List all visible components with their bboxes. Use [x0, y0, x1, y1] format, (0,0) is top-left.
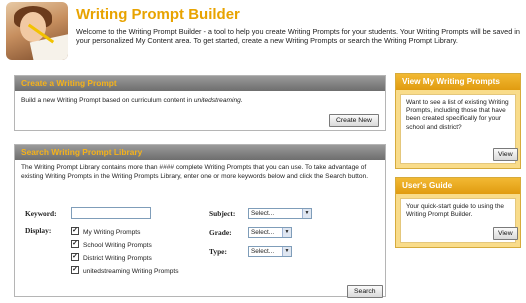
page-title: Writing Prompt Builder: [76, 6, 240, 23]
checkbox-label: District Writing Prompts: [83, 254, 152, 262]
grade-label: Grade:: [209, 228, 232, 237]
checkbox-school-prompts[interactable]: ✓ School Writing Prompts: [71, 240, 152, 249]
create-prompt-text: Build a new Writing Prompt based on curr…: [21, 97, 194, 104]
users-guide-text: Your quick-start guide to using the Writ…: [406, 203, 505, 219]
intro-text: Welcome to the Writing Prompt Builder - …: [76, 27, 520, 46]
type-select-value: Select...: [251, 248, 275, 255]
create-prompt-panel: Create a Writing Prompt Build a new Writ…: [14, 75, 386, 131]
users-guide-box: Your quick-start guide to using the Writ…: [400, 198, 518, 243]
my-prompts-text: Want to see a list of existing Writing P…: [406, 99, 509, 131]
checkbox-label: My Writing Prompts: [83, 228, 141, 236]
subject-label: Subject:: [209, 209, 236, 218]
search-library-title: Search Writing Prompt Library: [15, 145, 385, 160]
checkmark-icon: ✓: [71, 266, 79, 274]
my-prompts-title: View My Writing Prompts: [396, 74, 520, 90]
chevron-down-icon: ▼: [302, 209, 311, 218]
create-prompt-em: unitedstreaming: [193, 97, 241, 104]
my-prompts-box: Want to see a list of existing Writing P…: [400, 94, 518, 164]
display-label: Display:: [25, 226, 52, 235]
search-library-description: The Writing Prompt Library contains more…: [21, 164, 369, 180]
create-prompt-end: .: [240, 97, 243, 104]
search-button[interactable]: Search: [347, 285, 383, 298]
checkbox-district-prompts[interactable]: ✓ District Writing Prompts: [71, 253, 152, 262]
users-guide-panel: User's Guide Your quick-start guide to u…: [395, 177, 521, 248]
chevron-down-icon: ▼: [282, 247, 291, 256]
type-select[interactable]: Select... ▼: [248, 246, 292, 257]
create-new-button[interactable]: Create New: [329, 114, 379, 127]
subject-select[interactable]: Select... ▼: [248, 208, 312, 219]
create-prompt-title: Create a Writing Prompt: [15, 76, 385, 91]
keyword-label: Keyword:: [25, 209, 57, 218]
search-library-panel: Search Writing Prompt Library The Writin…: [14, 144, 386, 298]
checkbox-my-prompts[interactable]: ✓ My Writing Prompts: [71, 227, 141, 236]
my-prompts-panel: View My Writing Prompts Want to see a li…: [395, 73, 521, 169]
checkmark-icon: ✓: [71, 227, 79, 235]
keyword-input[interactable]: [71, 207, 151, 219]
chevron-down-icon: ▼: [282, 228, 291, 237]
checkmark-icon: ✓: [71, 240, 79, 248]
view-my-prompts-button[interactable]: View: [493, 148, 518, 161]
checkbox-label: unitedstreaming Writing Prompts: [83, 267, 179, 275]
checkbox-label: School Writing Prompts: [83, 241, 152, 249]
grade-select-value: Select...: [251, 229, 275, 236]
checkmark-icon: ✓: [71, 253, 79, 261]
type-label: Type:: [209, 247, 227, 256]
users-guide-title: User's Guide: [396, 178, 520, 194]
hero-photo: [6, 2, 68, 60]
checkbox-unitedstreaming-prompts[interactable]: ✓ unitedstreaming Writing Prompts: [71, 266, 179, 275]
view-users-guide-button[interactable]: View: [493, 227, 518, 240]
grade-select[interactable]: Select... ▼: [248, 227, 292, 238]
subject-select-value: Select...: [251, 210, 275, 217]
create-prompt-body: Build a new Writing Prompt based on curr…: [15, 91, 385, 112]
